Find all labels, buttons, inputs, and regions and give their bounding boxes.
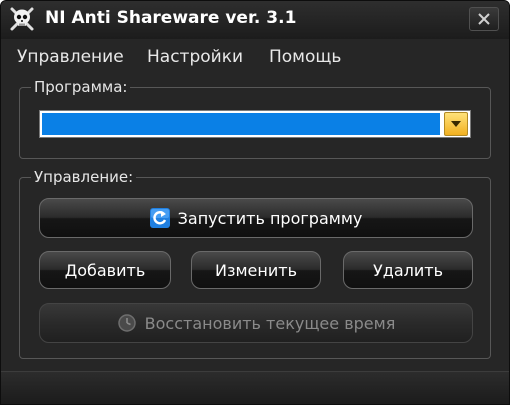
run-program-button[interactable]: Запустить программу bbox=[39, 198, 473, 238]
delete-button[interactable]: Удалить bbox=[343, 251, 473, 289]
menu-bar: Управление Настройки Помощь bbox=[1, 41, 509, 73]
refresh-run-icon bbox=[149, 208, 170, 228]
control-group-label: Управление: bbox=[31, 168, 137, 186]
close-button[interactable] bbox=[469, 7, 499, 31]
restore-time-label: Восстановить текущее время bbox=[144, 313, 396, 333]
menu-item-help[interactable]: Помощь bbox=[269, 47, 341, 67]
window-title: NI Anti Shareware ver. 3.1 bbox=[45, 8, 297, 28]
restore-time-button[interactable]: Восстановить текущее время bbox=[39, 303, 473, 343]
add-button-label: Добавить bbox=[64, 260, 146, 280]
add-button[interactable]: Добавить bbox=[39, 251, 171, 289]
delete-button-label: Удалить bbox=[373, 260, 443, 280]
dropdown-button[interactable] bbox=[444, 112, 468, 136]
run-program-label: Запустить программу bbox=[177, 208, 363, 228]
app-window: NI Anti Shareware ver. 3.1 Управление На… bbox=[0, 0, 510, 405]
clock-icon bbox=[117, 313, 137, 333]
menu-item-control[interactable]: Управление bbox=[17, 47, 124, 67]
edit-button-label: Изменить bbox=[215, 260, 297, 280]
program-combobox[interactable] bbox=[39, 110, 471, 138]
program-group-label: Программа: bbox=[31, 78, 131, 96]
status-bar bbox=[1, 371, 509, 404]
program-combo-value[interactable] bbox=[42, 113, 440, 135]
skull-icon bbox=[9, 6, 35, 32]
menu-item-settings[interactable]: Настройки bbox=[147, 47, 243, 67]
title-bar[interactable]: NI Anti Shareware ver. 3.1 bbox=[1, 1, 509, 39]
edit-button[interactable]: Изменить bbox=[191, 251, 321, 289]
